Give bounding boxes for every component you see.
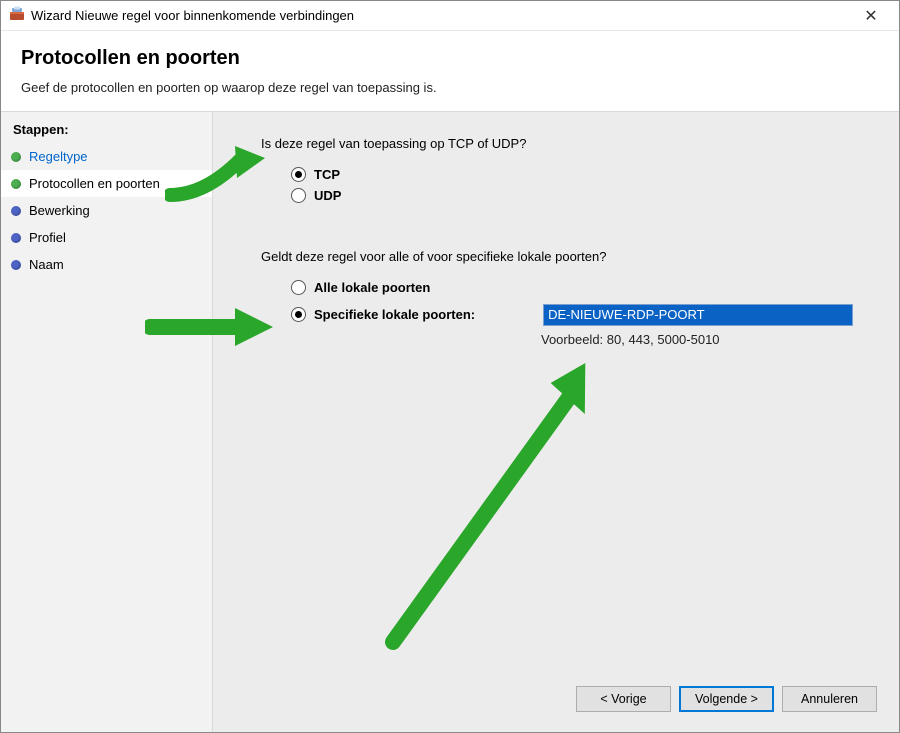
wizard-buttons: < Vorige Volgende > Annuleren	[576, 686, 877, 712]
step-label: Regeltype	[29, 149, 88, 164]
radio-label: Specifieke lokale poorten:	[314, 307, 475, 322]
bullet-icon	[11, 260, 21, 270]
radio-icon	[291, 167, 306, 182]
bullet-icon	[11, 233, 21, 243]
radio-specific-ports[interactable]: Specifieke lokale poorten:	[291, 307, 475, 322]
port-scope-question: Geldt deze regel voor alle of voor speci…	[261, 249, 871, 264]
steps-sidebar: Stappen: Regeltype Protocollen en poorte…	[1, 112, 213, 732]
radio-label: UDP	[314, 188, 341, 203]
bullet-icon	[11, 206, 21, 216]
step-label: Bewerking	[29, 203, 90, 218]
step-label: Profiel	[29, 230, 66, 245]
wizard-body: Stappen: Regeltype Protocollen en poorte…	[1, 111, 899, 732]
wizard-window: Wizard Nieuwe regel voor binnenkomende v…	[0, 0, 900, 733]
step-naam[interactable]: Naam	[1, 251, 212, 278]
bullet-icon	[11, 152, 21, 162]
step-bewerking[interactable]: Bewerking	[1, 197, 212, 224]
step-profiel[interactable]: Profiel	[1, 224, 212, 251]
radio-label: TCP	[314, 167, 340, 182]
bullet-icon	[11, 179, 21, 189]
radio-icon	[291, 280, 306, 295]
specific-ports-input[interactable]	[543, 304, 853, 326]
radio-label: Alle lokale poorten	[314, 280, 430, 295]
page-title: Protocollen en poorten	[21, 47, 879, 70]
radio-udp[interactable]: UDP	[291, 188, 871, 203]
radio-tcp[interactable]: TCP	[291, 167, 871, 182]
radio-icon	[291, 188, 306, 203]
radio-icon	[291, 307, 306, 322]
page-subtitle: Geef de protocollen en poorten op waarop…	[21, 80, 879, 95]
window-title: Wizard Nieuwe regel voor binnenkomende v…	[31, 8, 354, 23]
cancel-button[interactable]: Annuleren	[782, 686, 877, 712]
step-regeltype[interactable]: Regeltype	[1, 143, 212, 170]
annotation-arrow-icon	[363, 352, 623, 652]
steps-label: Stappen:	[1, 116, 212, 143]
protocol-question: Is deze regel van toepassing op TCP of U…	[261, 136, 871, 151]
next-button[interactable]: Volgende >	[679, 686, 774, 712]
back-button[interactable]: < Vorige	[576, 686, 671, 712]
step-label: Protocollen en poorten	[29, 176, 160, 191]
port-example-hint: Voorbeeld: 80, 443, 5000-5010	[541, 332, 871, 347]
step-protocollen-en-poorten[interactable]: Protocollen en poorten	[1, 170, 212, 197]
radio-all-ports[interactable]: Alle lokale poorten	[291, 280, 871, 295]
wizard-main: Is deze regel van toepassing op TCP of U…	[213, 112, 899, 732]
close-button[interactable]: ✕	[851, 1, 891, 31]
firewall-icon	[9, 6, 25, 25]
wizard-header: Protocollen en poorten Geef de protocoll…	[1, 31, 899, 111]
titlebar: Wizard Nieuwe regel voor binnenkomende v…	[1, 1, 899, 31]
step-label: Naam	[29, 257, 64, 272]
close-icon: ✕	[864, 6, 877, 26]
